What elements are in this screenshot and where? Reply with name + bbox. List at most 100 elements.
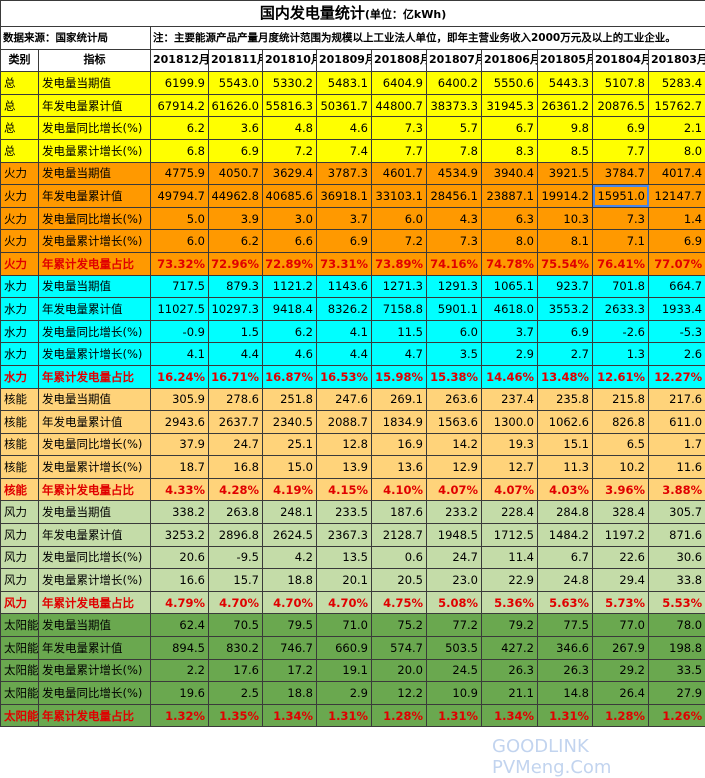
value-cell[interactable]: 267.9	[593, 637, 649, 660]
value-cell[interactable]: 3253.2	[151, 524, 209, 547]
value-cell[interactable]: 6.8	[151, 139, 209, 162]
value-cell[interactable]: 237.4	[482, 388, 538, 411]
value-cell[interactable]: 73.89%	[372, 252, 427, 275]
value-cell[interactable]: 305.7	[649, 501, 705, 524]
value-cell[interactable]: 1.28%	[593, 704, 649, 727]
value-cell[interactable]: 4.7	[372, 343, 427, 366]
indicator-cell[interactable]: 发电量累计增长(%)	[39, 659, 151, 682]
value-cell[interactable]: 503.5	[427, 637, 482, 660]
category-cell[interactable]: 核能	[1, 411, 39, 434]
value-cell[interactable]: 16.71%	[209, 365, 263, 388]
value-cell[interactable]: 55816.3	[263, 94, 317, 117]
category-cell[interactable]: 风力	[1, 501, 39, 524]
value-cell[interactable]: 11.6	[649, 456, 705, 479]
value-cell[interactable]: 21.1	[482, 682, 538, 705]
value-cell[interactable]: 1484.2	[538, 524, 593, 547]
value-cell[interactable]: 3553.2	[538, 298, 593, 321]
value-cell[interactable]: 11027.5	[151, 298, 209, 321]
value-cell[interactable]: 9418.4	[263, 298, 317, 321]
value-cell[interactable]: 6.7	[482, 117, 538, 140]
value-cell[interactable]: 16.87%	[263, 365, 317, 388]
value-cell[interactable]: 10297.3	[209, 298, 263, 321]
value-cell[interactable]: 6.9	[538, 320, 593, 343]
category-cell[interactable]: 风力	[1, 569, 39, 592]
value-cell[interactable]: 11.5	[372, 320, 427, 343]
value-cell[interactable]: 77.2	[427, 614, 482, 637]
value-cell[interactable]: 5483.1	[317, 72, 372, 95]
value-cell[interactable]: 6.9	[649, 230, 705, 253]
indicator-cell[interactable]: 发电量同比增长(%)	[39, 546, 151, 569]
value-cell[interactable]: 6400.2	[427, 72, 482, 95]
value-cell[interactable]: 15.1	[538, 433, 593, 456]
value-cell[interactable]: 33.8	[649, 569, 705, 592]
value-cell[interactable]: 49794.7	[151, 185, 209, 208]
value-cell[interactable]: 61626.0	[209, 94, 263, 117]
value-cell[interactable]: 427.2	[482, 637, 538, 660]
value-cell[interactable]: 1291.3	[427, 275, 482, 298]
value-cell[interactable]: 20.5	[372, 569, 427, 592]
value-cell[interactable]: 24.5	[427, 659, 482, 682]
value-cell[interactable]: 4.79%	[151, 591, 209, 614]
indicator-cell[interactable]: 发电量同比增长(%)	[39, 207, 151, 230]
indicator-cell[interactable]: 年累计发电量占比	[39, 704, 151, 727]
value-cell[interactable]: 20.1	[317, 569, 372, 592]
value-cell[interactable]: 263.8	[209, 501, 263, 524]
value-cell[interactable]: 1.32%	[151, 704, 209, 727]
value-cell[interactable]: 14.46%	[482, 365, 538, 388]
value-cell[interactable]: 78.0	[649, 614, 705, 637]
category-cell[interactable]: 太阳能	[1, 614, 39, 637]
value-cell[interactable]: 228.4	[482, 501, 538, 524]
value-cell[interactable]: 1.31%	[538, 704, 593, 727]
value-cell[interactable]: 2.1	[649, 117, 705, 140]
value-cell[interactable]: 2.9	[317, 682, 372, 705]
value-cell[interactable]: 338.2	[151, 501, 209, 524]
value-cell[interactable]: 74.16%	[427, 252, 482, 275]
value-cell[interactable]: 26.3	[482, 659, 538, 682]
value-cell[interactable]: 7.7	[372, 139, 427, 162]
value-cell[interactable]: 44800.7	[372, 94, 427, 117]
value-cell[interactable]: 14.2	[427, 433, 482, 456]
value-cell[interactable]: 24.7	[209, 433, 263, 456]
value-cell[interactable]: 10.2	[593, 456, 649, 479]
value-cell[interactable]: 5330.2	[263, 72, 317, 95]
value-cell[interactable]: 2088.7	[317, 411, 372, 434]
category-cell[interactable]: 核能	[1, 433, 39, 456]
value-cell[interactable]: 830.2	[209, 637, 263, 660]
value-cell[interactable]: 6.9	[317, 230, 372, 253]
value-cell[interactable]: 7.4	[317, 139, 372, 162]
value-cell[interactable]: 305.9	[151, 388, 209, 411]
value-cell[interactable]: 4.4	[317, 343, 372, 366]
value-cell[interactable]: 23.0	[427, 569, 482, 592]
value-cell[interactable]: 4.1	[151, 343, 209, 366]
value-cell[interactable]: 923.7	[538, 275, 593, 298]
value-cell[interactable]: 36918.1	[317, 185, 372, 208]
value-cell[interactable]: 1271.3	[372, 275, 427, 298]
value-cell[interactable]: 1933.4	[649, 298, 705, 321]
indicator-cell[interactable]: 发电量当期值	[39, 388, 151, 411]
value-cell[interactable]: 15.38%	[427, 365, 482, 388]
value-cell[interactable]: 4.2	[263, 546, 317, 569]
value-cell[interactable]: 3940.4	[482, 162, 538, 185]
value-cell[interactable]: 6.0	[372, 207, 427, 230]
value-cell[interactable]: 15.98%	[372, 365, 427, 388]
value-cell[interactable]: 8.0	[482, 230, 538, 253]
category-cell[interactable]: 火力	[1, 162, 39, 185]
value-cell[interactable]: 72.96%	[209, 252, 263, 275]
indicator-cell[interactable]: 发电量当期值	[39, 275, 151, 298]
value-cell[interactable]: 17.2	[263, 659, 317, 682]
value-cell[interactable]: 879.3	[209, 275, 263, 298]
value-cell[interactable]: 11.4	[482, 546, 538, 569]
value-cell[interactable]: 31945.3	[482, 94, 538, 117]
indicator-cell[interactable]: 年累计发电量占比	[39, 252, 151, 275]
value-cell[interactable]: -2.6	[593, 320, 649, 343]
value-cell[interactable]: 4.75%	[372, 591, 427, 614]
value-cell[interactable]: 44962.8	[209, 185, 263, 208]
category-cell[interactable]: 水力	[1, 320, 39, 343]
indicator-cell[interactable]: 年发电量累计值	[39, 185, 151, 208]
category-cell[interactable]: 核能	[1, 456, 39, 479]
value-cell[interactable]: 3787.3	[317, 162, 372, 185]
value-cell[interactable]: 1.3	[593, 343, 649, 366]
value-cell[interactable]: 5107.8	[593, 72, 649, 95]
category-cell[interactable]: 风力	[1, 546, 39, 569]
value-cell[interactable]: 77.0	[593, 614, 649, 637]
